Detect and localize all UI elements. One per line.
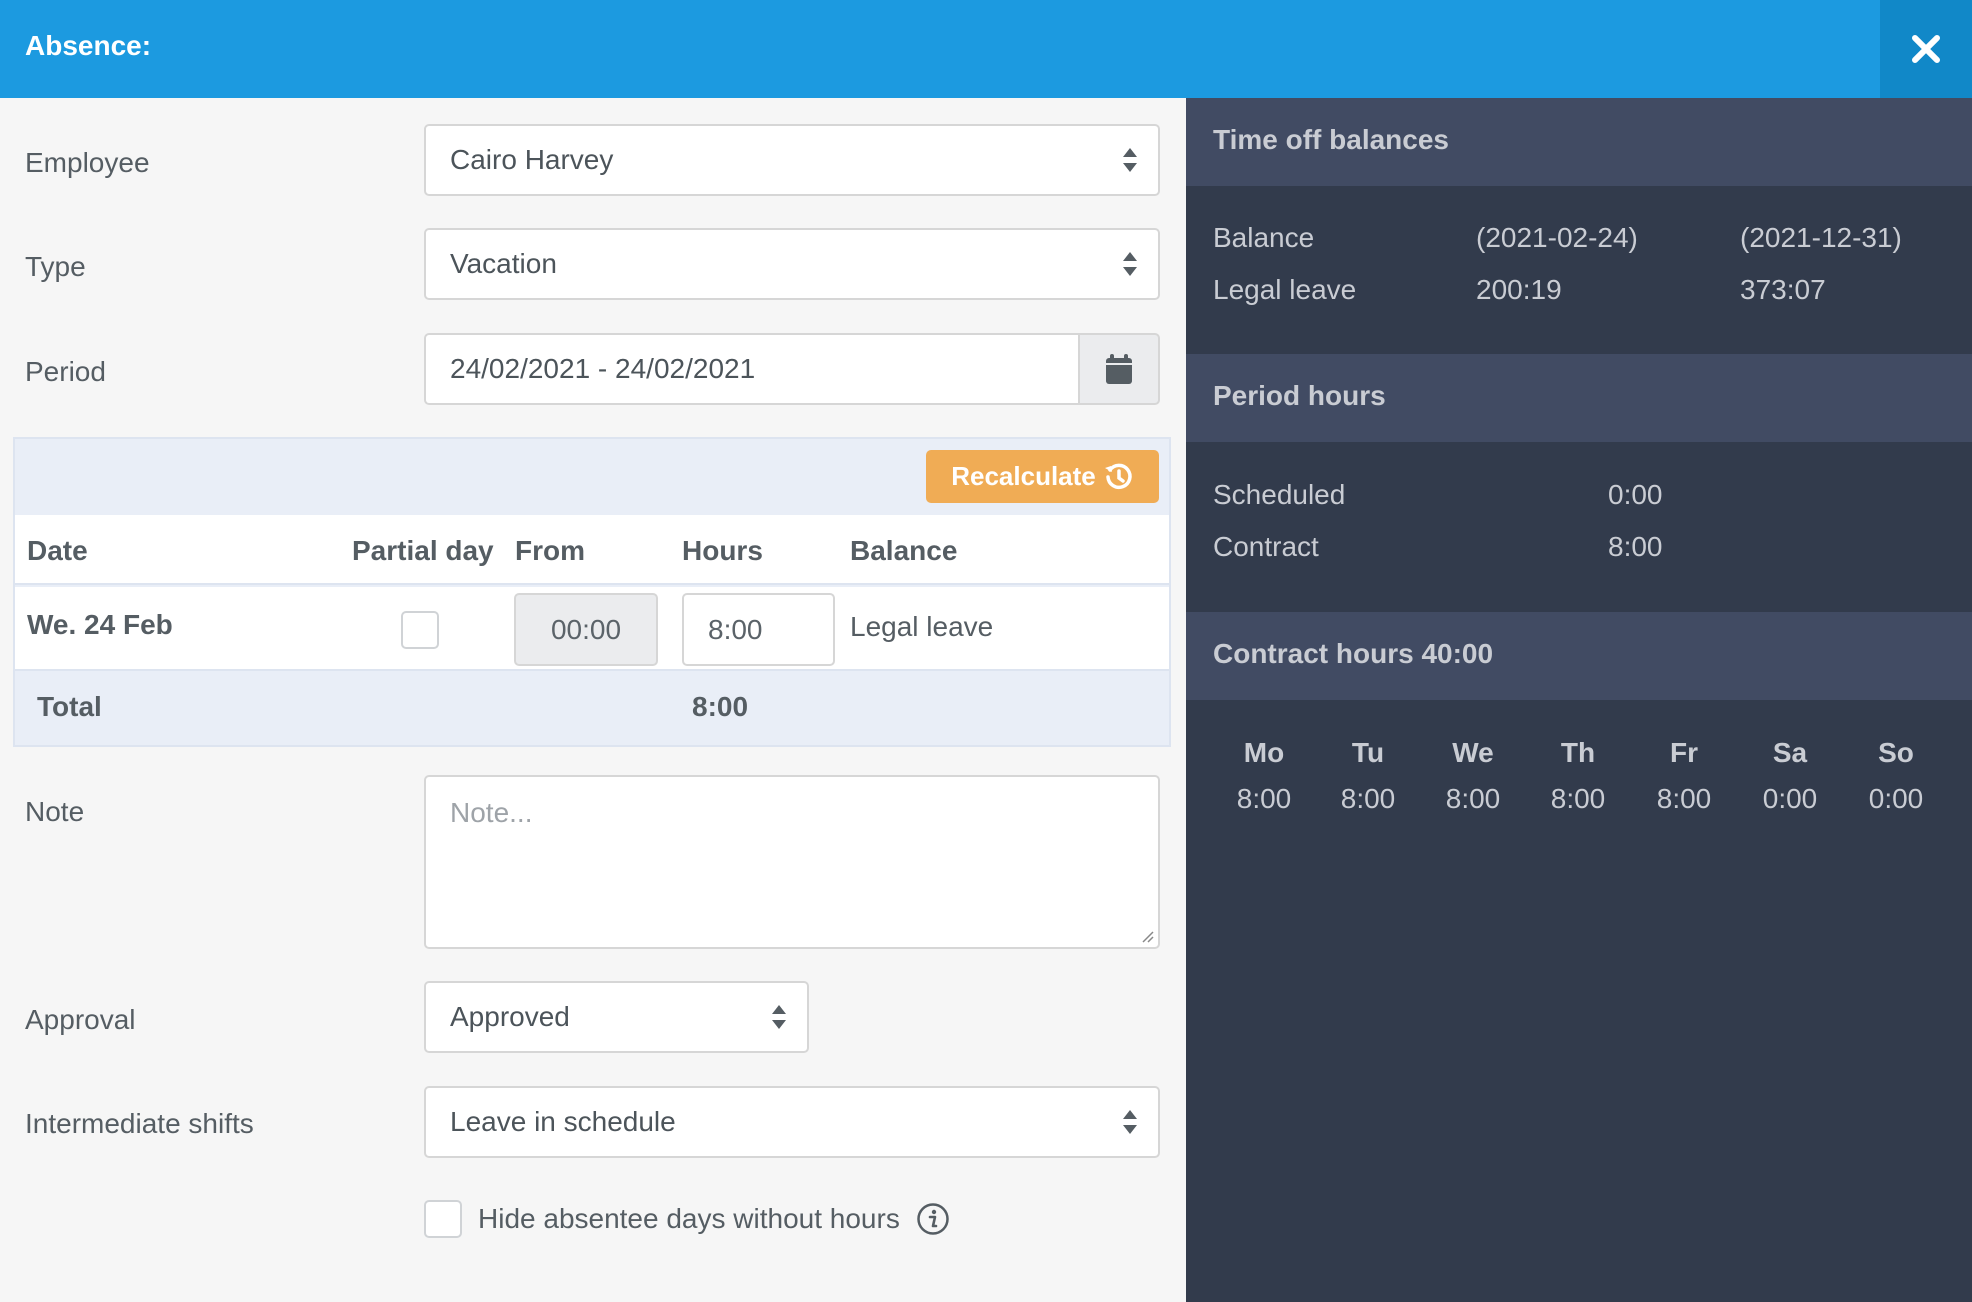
note-placeholder: Note... [450,797,533,828]
day-label: So [1878,737,1914,768]
period-field: 24/02/2021 - 24/02/2021 [424,333,1160,405]
contract-hours-header: Contract hours 40:00 [1186,612,1972,700]
day-hours: 0:00 [1868,783,1924,814]
day-column-mo: Mo 8:00 [1214,737,1314,815]
day-column-so: So 0:00 [1846,737,1946,815]
day-column-we: We 8:00 [1423,737,1523,815]
type-label: Type [25,251,86,282]
total-label: Total [37,691,102,722]
calendar-button[interactable] [1078,333,1160,405]
close-button[interactable] [1880,0,1972,98]
day-hours: 8:00 [1340,783,1396,814]
day-label: Mo [1243,737,1285,768]
legal-leave-end: 373:07 [1740,274,1826,305]
table-total-row: Total 8:00 [15,673,1169,745]
balance-header-end-date: (2021-12-31) [1740,222,1902,253]
hours-input[interactable]: 8:00 [682,593,835,666]
approval-label: Approval [25,1004,136,1035]
note-textarea[interactable]: Note... [424,775,1160,949]
scheduled-label: Scheduled [1213,479,1346,510]
recalculate-button[interactable]: Recalculate [926,450,1159,503]
time-off-balances-header: Time off balances [1186,98,1972,186]
day-label: Sa [1772,737,1808,768]
day-hours: 8:00 [1445,783,1501,814]
table-header: Date Partial day From Hours Balance [15,515,1169,585]
period-label: Period [25,356,106,387]
table-row: We. 24 Feb 00:00 8:00 Legal leave [15,587,1169,671]
recalculate-label: Recalculate [951,461,1096,491]
sort-arrows-icon [772,1005,786,1029]
type-select[interactable]: Vacation [424,228,1160,300]
contract-label: Contract [1213,531,1319,562]
partial-day-checkbox[interactable] [401,611,439,649]
scheduled-value: 0:00 [1608,479,1663,510]
day-hours: 8:00 [1656,783,1712,814]
column-from: From [515,535,585,566]
approval-select[interactable]: Approved [424,981,809,1053]
approval-value: Approved [450,1001,570,1032]
calendar-icon [1106,354,1132,384]
day-column-sa: Sa 0:00 [1740,737,1840,815]
column-partial-day: Partial day [352,535,494,566]
period-hours-title: Period hours [1213,380,1386,411]
employee-label: Employee [25,147,150,178]
close-x-icon [1912,35,1940,63]
employee-value: Cairo Harvey [450,144,614,175]
resize-grip-icon[interactable] [1140,929,1154,943]
type-value: Vacation [450,248,557,279]
day-label: Th [1560,737,1596,768]
day-hours: 8:00 [1236,783,1292,814]
legal-leave-label: Legal leave [1213,274,1357,305]
hide-absentee-row: Hide absentee days without hours [424,1199,950,1239]
summary-sidebar: Time off balances Balance (2021-02-24) (… [1186,98,1972,1302]
absence-days-table: Recalculate Date Partial day From Hours … [13,437,1171,747]
row-date: We. 24 Feb [27,609,173,640]
history-icon [1104,463,1132,489]
column-date: Date [27,535,88,566]
day-hours: 8:00 [1550,783,1606,814]
day-column-fr: Fr 8:00 [1634,737,1734,815]
absence-form: Employee Cairo Harvey Type Vacation Peri… [0,98,1186,1302]
time-off-balances-title: Time off balances [1213,124,1450,155]
intermediate-shifts-value: Leave in schedule [450,1106,676,1137]
balance-header-label: Balance [1213,222,1315,253]
day-label: We [1452,737,1494,768]
contract-value: 8:00 [1608,531,1663,562]
column-balance: Balance [850,535,958,566]
from-time-input: 00:00 [514,593,658,666]
day-label: Tu [1351,737,1385,768]
period-hours-header: Period hours [1186,354,1972,442]
info-icon[interactable] [916,1202,950,1236]
intermediate-shifts-label: Intermediate shifts [25,1108,254,1139]
contract-hours-title: Contract hours 40:00 [1213,638,1494,669]
modal-header: Absence: [0,0,1972,98]
note-label: Note [25,796,85,827]
total-hours: 8:00 [692,691,749,722]
hide-absentee-checkbox[interactable] [424,1200,462,1238]
hide-absentee-label[interactable]: Hide absentee days without hours [478,1203,900,1235]
row-balance: Legal leave [850,611,994,642]
day-hours: 0:00 [1762,783,1818,814]
employee-select[interactable]: Cairo Harvey [424,124,1160,196]
period-input[interactable]: 24/02/2021 - 24/02/2021 [424,333,1080,405]
legal-leave-current: 200:19 [1476,274,1562,305]
day-column-tu: Tu 8:00 [1318,737,1418,815]
sort-arrows-icon [1123,1110,1137,1134]
modal-title: Absence: [25,30,152,61]
intermediate-shifts-select[interactable]: Leave in schedule [424,1086,1160,1158]
balance-header-current-date: (2021-02-24) [1476,222,1638,253]
sort-arrows-icon [1123,148,1137,172]
sort-arrows-icon [1123,252,1137,276]
day-label: Fr [1670,737,1698,768]
day-column-th: Th 8:00 [1528,737,1628,815]
column-hours: Hours [682,535,763,566]
